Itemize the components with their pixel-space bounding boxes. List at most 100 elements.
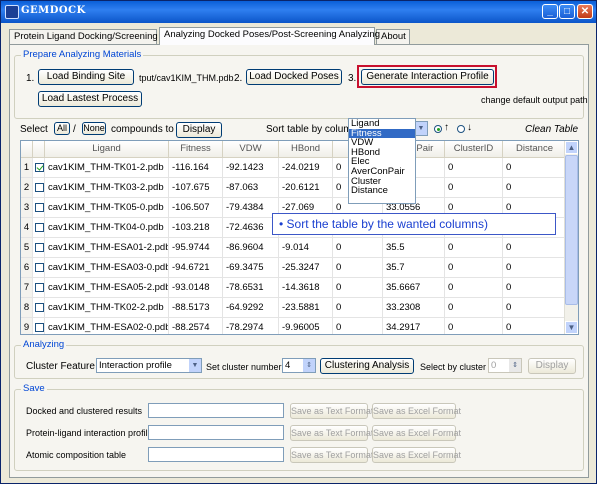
spinner-icon: ⇕ (303, 359, 315, 372)
table-cell-fitness: -94.6721 (169, 258, 223, 278)
table-scrollbar[interactable]: ▲ ▼ (564, 141, 578, 334)
column-header-vdw[interactable]: VDW (223, 141, 279, 158)
select-label: Select (20, 124, 48, 135)
save-path-input[interactable] (148, 425, 284, 440)
table-cell-chk[interactable] (33, 178, 45, 198)
clean-table-button[interactable]: Clean Table (525, 124, 578, 135)
column-header-fitness[interactable]: Fitness (169, 141, 223, 158)
select-separator: / (73, 124, 76, 135)
table-cell-chk[interactable] (33, 198, 45, 218)
table-cell-cluster: 0 (445, 278, 503, 298)
table-cell-acp: 35.5 (383, 238, 445, 258)
table-cell-chk[interactable] (33, 278, 45, 298)
maximize-button[interactable]: □ (559, 4, 575, 19)
sort-ascending-radio[interactable] (434, 125, 442, 133)
table-cell-hbond: -14.3618 (279, 278, 333, 298)
load-lastest-process-button[interactable]: Load Lastest Process (38, 91, 142, 107)
table-cell-n: 9 (21, 318, 33, 334)
scroll-thumb[interactable] (565, 155, 578, 305)
row-checkbox[interactable] (35, 323, 44, 332)
tab-docking-screening[interactable]: Protein Ligand Docking/Screening (9, 29, 158, 44)
row-checkbox[interactable] (35, 303, 44, 312)
row-checkbox[interactable] (35, 263, 44, 272)
table-cell-elec: 0 (333, 278, 383, 298)
display-button[interactable]: Display (176, 122, 222, 138)
table-cell-acp: 33.2308 (383, 298, 445, 318)
table-cell-ligand: cav1KIM_THM-TK04-0.pdb (45, 218, 169, 238)
title-bar[interactable]: GEMDOCK _ □ ✕ (1, 1, 596, 23)
table-cell-cluster: 0 (445, 158, 503, 178)
scroll-down-icon[interactable]: ▼ (565, 321, 578, 334)
column-header-n[interactable] (21, 141, 33, 158)
sort-descending-radio[interactable] (457, 125, 465, 133)
sort-combo-arrow[interactable]: ▼ (414, 121, 428, 136)
table-cell-hbond: -23.5881 (279, 298, 333, 318)
scroll-up-icon[interactable]: ▲ (565, 141, 578, 154)
tab-about[interactable]: About (376, 29, 410, 44)
close-button[interactable]: ✕ (577, 4, 593, 19)
select-none-button[interactable]: None (82, 122, 106, 135)
load-docked-poses-button[interactable]: Load Docked Poses (246, 69, 342, 85)
row-checkbox[interactable] (35, 283, 44, 292)
table-cell-elec: 0 (333, 298, 383, 318)
save-as-excel-button[interactable]: Save as Excel Format (372, 403, 461, 419)
generate-interaction-profile-button[interactable]: Generate Interaction Profile (361, 69, 494, 85)
select-all-button[interactable]: All (54, 122, 70, 135)
row-checkbox[interactable] (35, 183, 44, 192)
change-output-path-link[interactable]: change default output path (481, 95, 588, 105)
table-cell-dist: 0 (503, 278, 567, 298)
table-cell-vdw: -79.4384 (223, 198, 279, 218)
compounds-to-label: compounds to (111, 124, 174, 135)
table-cell-dist: 0 (503, 258, 567, 278)
table-cell-hbond: -25.3247 (279, 258, 333, 278)
row-checkbox[interactable] (35, 163, 44, 172)
table-cell-chk[interactable] (33, 258, 45, 278)
table-cell-vdw: -69.3475 (223, 258, 279, 278)
column-header-ligand[interactable]: Ligand (45, 141, 169, 158)
row-checkbox[interactable] (35, 203, 44, 212)
table-cell-vdw: -78.2974 (223, 318, 279, 334)
sort-column-dropdown[interactable]: Ligand Fitness VDW HBond Elec AverConPair Clus… (348, 118, 416, 204)
table-cell-vdw: -86.9604 (223, 238, 279, 258)
save-as-text-button[interactable]: Save as Text Format (290, 425, 373, 441)
table-cell-chk[interactable] (33, 238, 45, 258)
cluster-feature-label: Cluster Feature (26, 361, 95, 372)
column-header-cluster[interactable]: ClusterID (445, 141, 503, 158)
results-table[interactable]: LigandFitnessVDWHBondeConPairClusterIDDi… (20, 140, 579, 335)
save-as-text-button[interactable]: Save as Text Format (290, 403, 373, 419)
cluster-feature-value: Interaction profile (99, 360, 172, 371)
table-cell-dist: 0 (503, 158, 567, 178)
column-header-hbond[interactable]: HBond (279, 141, 333, 158)
cluster-number-spinner[interactable]: 4 ⇕ (282, 358, 316, 373)
table-cell-hbond: -9.014 (279, 238, 333, 258)
table-cell-hbond: -24.0219 (279, 158, 333, 178)
table-cell-chk[interactable] (33, 218, 45, 238)
cluster-display-button[interactable]: Display (528, 358, 576, 374)
save-path-input[interactable] (148, 447, 284, 462)
table-cell-n: 6 (21, 258, 33, 278)
table-cell-ligand: cav1KIM_THM-TK02-2.pdb (45, 298, 169, 318)
save-as-excel-button[interactable]: Save as Excel Format (372, 447, 461, 463)
table-cell-chk[interactable] (33, 318, 45, 334)
save-as-excel-button[interactable]: Save as Excel Format (372, 425, 461, 441)
table-cell-chk[interactable] (33, 158, 45, 178)
row-checkbox[interactable] (35, 223, 44, 232)
app-icon (5, 5, 19, 19)
cluster-feature-select[interactable]: Interaction profile ▼ (96, 358, 202, 373)
sort-option-distance[interactable]: Distance (349, 186, 415, 196)
row-checkbox[interactable] (35, 243, 44, 252)
table-cell-fitness: -106.507 (169, 198, 223, 218)
cluster-select[interactable]: 0 ⇕ (488, 358, 522, 373)
table-cell-chk[interactable] (33, 298, 45, 318)
tab-analyzing[interactable]: Analyzing Docked Poses/Post-Screening An… (159, 27, 380, 45)
ascending-arrow-icon: ↑ (444, 122, 449, 133)
load-binding-site-button[interactable]: Load Binding Site (38, 69, 134, 85)
save-path-input[interactable] (148, 403, 284, 418)
column-header-chk[interactable] (33, 141, 45, 158)
save-as-text-button[interactable]: Save as Text Format (290, 447, 373, 463)
minimize-button[interactable]: _ (542, 4, 558, 19)
table-cell-fitness: -107.675 (169, 178, 223, 198)
column-header-dist[interactable]: Distance (503, 141, 567, 158)
table-cell-dist: 0 (503, 298, 567, 318)
clustering-analysis-button[interactable]: Clustering Analysis (320, 358, 414, 374)
